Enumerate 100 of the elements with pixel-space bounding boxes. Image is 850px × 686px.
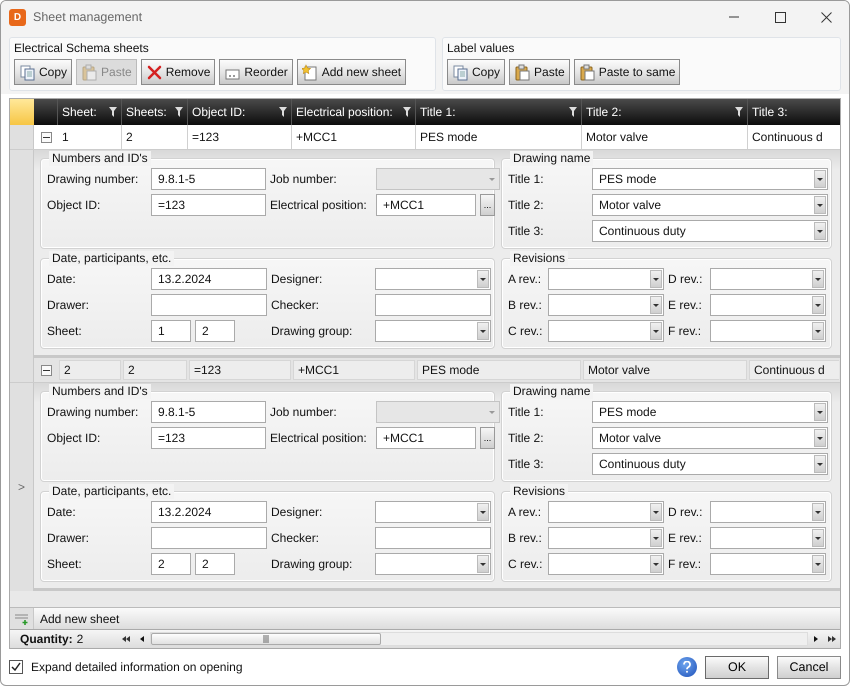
- dialog-button[interactable]: Cancel: [777, 656, 841, 678]
- text-field[interactable]: +MCC1: [376, 194, 476, 216]
- caret-icon: [653, 536, 659, 540]
- copy-icon: [19, 64, 36, 80]
- text-field[interactable]: =123: [151, 427, 266, 449]
- toolbar-button[interactable]: Paste to same: [574, 59, 680, 85]
- dropdown-button[interactable]: [650, 503, 662, 521]
- caret-icon: [815, 562, 821, 566]
- dropdown-field[interactable]: [375, 268, 491, 290]
- toolbar-button[interactable]: Reorder: [219, 59, 293, 85]
- dropdown-button[interactable]: [814, 429, 826, 447]
- dropdown-button[interactable]: [812, 529, 824, 547]
- dropdown-field[interactable]: Continuous duty: [592, 220, 828, 242]
- dropdown-button[interactable]: [812, 322, 824, 340]
- add-row-icon: [14, 612, 30, 624]
- add-row-button[interactable]: Add new sheet: [34, 610, 120, 628]
- scroll-last-icon: [828, 635, 836, 643]
- filter-icon[interactable]: [175, 107, 183, 117]
- scrollbar-thumb[interactable]: [151, 633, 381, 645]
- text-field[interactable]: [375, 527, 491, 549]
- dropdown-field[interactable]: [375, 320, 491, 342]
- checkbox-label: Expand detailed information on opening: [31, 659, 242, 676]
- dropdown-button[interactable]: [650, 529, 662, 547]
- field-label: Date:: [47, 504, 77, 521]
- column-header[interactable]: Title 3:: [748, 99, 840, 125]
- toolbar-button[interactable]: Paste: [509, 59, 570, 85]
- dropdown-button[interactable]: [650, 270, 662, 288]
- text-field[interactable]: 9.8.1-5: [151, 168, 266, 190]
- dropdown-field[interactable]: [548, 501, 664, 523]
- filter-icon[interactable]: [109, 107, 117, 117]
- dropdown-field[interactable]: [548, 527, 664, 549]
- field-label: Job number:: [270, 171, 338, 188]
- help-button[interactable]: [677, 657, 697, 677]
- scrollbar-track[interactable]: [150, 632, 808, 646]
- dropdown-button[interactable]: [477, 555, 489, 573]
- filter-icon[interactable]: [569, 107, 577, 117]
- row-indicator[interactable]: >: [10, 383, 34, 591]
- dropdown-field[interactable]: [375, 553, 491, 575]
- collapse-button[interactable]: [40, 364, 52, 376]
- dropdown-button[interactable]: [650, 322, 662, 340]
- dropdown-field[interactable]: [548, 294, 664, 316]
- dropdown-button[interactable]: [812, 296, 824, 314]
- dropdown-button[interactable]: [650, 555, 662, 573]
- dropdown-button[interactable]: [477, 270, 489, 288]
- dropdown-field[interactable]: PES mode: [592, 168, 828, 190]
- checkbox[interactable]: [9, 660, 23, 674]
- dropdown-button[interactable]: [477, 322, 489, 340]
- dropdown-button[interactable]: [812, 503, 824, 521]
- text-field[interactable]: 13.2.2024: [151, 501, 267, 523]
- dropdown-button[interactable]: [814, 222, 826, 240]
- maximize-icon: [774, 12, 786, 22]
- text-field[interactable]: +MCC1: [376, 427, 476, 449]
- text-field[interactable]: 13.2.2024: [151, 268, 267, 290]
- dropdown-field[interactable]: [548, 320, 664, 342]
- text-field[interactable]: 2: [151, 553, 191, 575]
- field-label: Drawer:: [47, 530, 90, 547]
- browse-button[interactable]: ...: [480, 194, 495, 216]
- dropdown-button[interactable]: [814, 403, 826, 421]
- text-field[interactable]: [151, 527, 267, 549]
- text-field[interactable]: [151, 294, 267, 316]
- dropdown-button[interactable]: [814, 170, 826, 188]
- dropdown-field[interactable]: [710, 294, 826, 316]
- filter-icon[interactable]: [735, 107, 743, 117]
- dropdown-button[interactable]: [814, 455, 826, 473]
- dropdown-button[interactable]: [812, 555, 824, 573]
- toolbar-button[interactable]: Remove: [140, 59, 216, 85]
- text-field[interactable]: 1: [151, 320, 191, 342]
- dropdown-field[interactable]: PES mode: [592, 401, 828, 423]
- group-title: Electrical Schema sheets: [14, 40, 150, 57]
- text-field[interactable]: 9.8.1-5: [151, 401, 266, 423]
- dropdown-field[interactable]: [710, 501, 826, 523]
- filter-icon[interactable]: [279, 107, 287, 117]
- filter-icon[interactable]: [403, 107, 411, 117]
- text-field[interactable]: [375, 294, 491, 316]
- dropdown-field[interactable]: [710, 553, 826, 575]
- dropdown-field[interactable]: Motor valve: [592, 194, 828, 216]
- text-field[interactable]: =123: [151, 194, 266, 216]
- dropdown-field[interactable]: [375, 501, 491, 523]
- toolbar-button[interactable]: Copy: [447, 59, 506, 85]
- dropdown-button[interactable]: [650, 296, 662, 314]
- text-field[interactable]: 2: [195, 320, 235, 342]
- quantity-label: Quantity:: [20, 631, 73, 648]
- new-sheet-icon: [302, 64, 319, 80]
- text-field[interactable]: 2: [195, 553, 235, 575]
- dropdown-field[interactable]: [548, 268, 664, 290]
- dropdown-button[interactable]: [477, 503, 489, 521]
- dropdown-button[interactable]: [814, 196, 826, 214]
- dropdown-field[interactable]: Continuous duty: [592, 453, 828, 475]
- toolbar-button[interactable]: Add new sheet: [296, 59, 406, 85]
- dropdown-field[interactable]: Motor valve: [592, 427, 828, 449]
- toolbar-button[interactable]: Copy: [14, 59, 72, 85]
- dropdown-field[interactable]: [710, 320, 826, 342]
- field-label: Drawer:: [47, 297, 90, 314]
- dropdown-field[interactable]: [710, 527, 826, 549]
- dropdown-button[interactable]: [812, 270, 824, 288]
- dialog-button[interactable]: OK: [705, 656, 769, 678]
- dropdown-field[interactable]: [710, 268, 826, 290]
- dropdown-field[interactable]: [548, 553, 664, 575]
- browse-button[interactable]: ...: [480, 427, 495, 449]
- collapse-button[interactable]: [40, 132, 52, 142]
